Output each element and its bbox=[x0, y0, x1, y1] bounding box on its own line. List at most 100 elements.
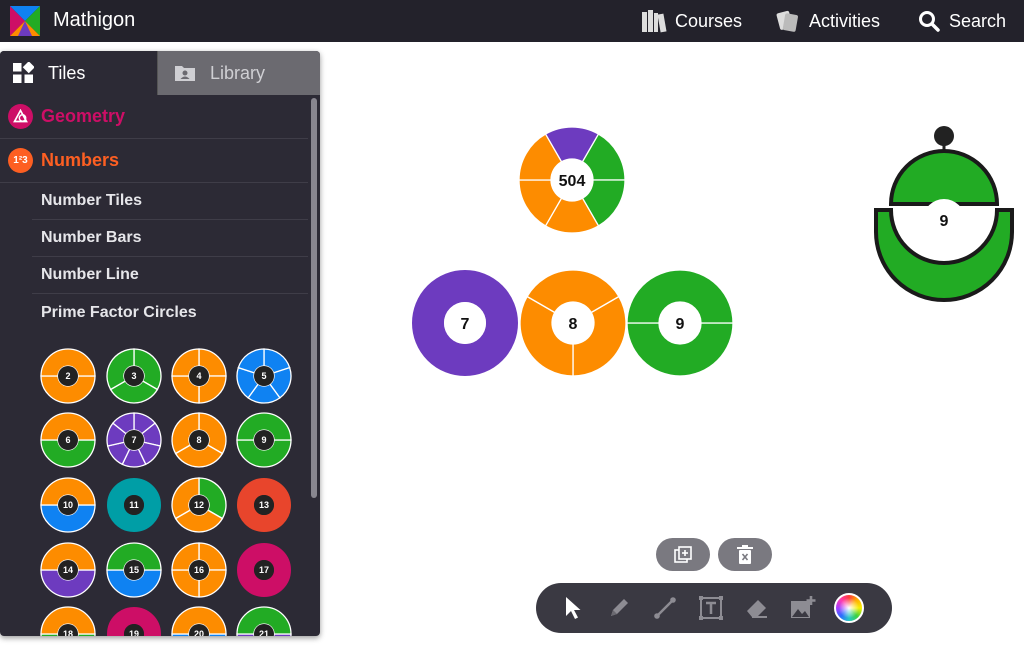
nav-search-label: Search bbox=[949, 10, 1007, 31]
tile-7[interactable]: 7 bbox=[412, 270, 518, 376]
prime-factor-circle-palette: 2 3 4 5 6 7 8 9 10 11 12 13 14 15 16 17 18 19 20 21 bbox=[40, 348, 292, 637]
tab-library[interactable]: Library bbox=[158, 51, 320, 95]
circle-number: 21 bbox=[259, 629, 269, 636]
palette-circle-20[interactable]: 20 bbox=[171, 606, 227, 636]
tool-add-image[interactable] bbox=[780, 585, 826, 631]
circle-number: 9 bbox=[940, 213, 949, 230]
tool-line[interactable] bbox=[642, 585, 688, 631]
nav-activities[interactable]: Activities bbox=[775, 9, 880, 33]
subitem-number-tiles[interactable]: Number Tiles bbox=[32, 183, 308, 220]
palette-circle-13[interactable]: 13 bbox=[237, 478, 291, 532]
palette-circle-15[interactable]: 15 bbox=[106, 542, 162, 598]
sidebar-tabs: Tiles Library bbox=[0, 51, 320, 95]
palette-circle-2[interactable]: 2 bbox=[40, 348, 96, 404]
pen-icon bbox=[611, 599, 628, 616]
palette-circle-10[interactable]: 10 bbox=[40, 477, 96, 533]
tool-eraser[interactable] bbox=[734, 585, 780, 631]
eraser-icon bbox=[747, 600, 767, 618]
tile-9[interactable]: 9 bbox=[626, 269, 734, 377]
tab-library-label: Library bbox=[210, 62, 266, 83]
geometry-icon bbox=[8, 104, 33, 129]
brand-name[interactable]: Mathigon bbox=[53, 9, 135, 32]
subitem-number-line[interactable]: Number Line bbox=[32, 257, 308, 294]
duplicate-icon bbox=[674, 545, 692, 563]
nav-courses-label: Courses bbox=[675, 10, 743, 31]
tile-category-list: Geometry 1²3 Numbers Number Tiles Number… bbox=[0, 95, 310, 331]
tile-504[interactable]: 504 bbox=[518, 126, 626, 234]
circle-number: 11 bbox=[129, 500, 139, 510]
mathigon-logo-icon[interactable] bbox=[10, 6, 40, 36]
palette-circle-9[interactable]: 9 bbox=[236, 412, 292, 468]
circle-number: 7 bbox=[461, 316, 470, 333]
category-geometry[interactable]: Geometry bbox=[0, 95, 308, 139]
tool-pen[interactable] bbox=[596, 585, 642, 631]
category-geometry-label: Geometry bbox=[41, 106, 126, 126]
palette-circle-17[interactable]: 17 bbox=[237, 543, 291, 597]
numbers-icon: 1²3 bbox=[8, 148, 33, 173]
palette-circle-14[interactable]: 14 bbox=[40, 542, 96, 598]
tab-tiles-label: Tiles bbox=[48, 62, 86, 83]
subitem-number-bars[interactable]: Number Bars bbox=[32, 220, 308, 257]
palette-circle-12[interactable]: 12 bbox=[171, 477, 227, 533]
circle-number: 16 bbox=[194, 565, 204, 575]
circle-number: 17 bbox=[259, 565, 269, 575]
circle-number: 6 bbox=[65, 435, 70, 445]
circle-number: 8 bbox=[569, 316, 578, 333]
circle-number: 8 bbox=[196, 435, 201, 445]
duplicate-button[interactable] bbox=[656, 538, 710, 571]
palette-circle-21[interactable]: 21 bbox=[236, 606, 292, 636]
factor-segment bbox=[888, 149, 1000, 206]
category-numbers[interactable]: 1²3 Numbers bbox=[0, 139, 308, 183]
circle-number: 10 bbox=[63, 500, 73, 510]
top-nav-bar: Mathigon Courses Activities Search bbox=[0, 0, 1024, 42]
add-image-icon bbox=[791, 596, 816, 618]
drawing-toolbar bbox=[536, 583, 892, 633]
circle-number: 18 bbox=[63, 629, 73, 636]
circle-number: 20 bbox=[194, 629, 204, 636]
palette-circle-4[interactable]: 4 bbox=[171, 348, 227, 404]
palette-circle-5[interactable]: 5 bbox=[236, 348, 292, 404]
line-icon bbox=[654, 597, 676, 619]
palette-circle-16[interactable]: 16 bbox=[171, 542, 227, 598]
folder-user-icon bbox=[175, 66, 195, 81]
tile-9-hanging[interactable]: 9 bbox=[874, 149, 1014, 302]
tiles-icon bbox=[13, 62, 34, 83]
circle-number: 15 bbox=[129, 565, 139, 575]
pointer-icon bbox=[566, 597, 581, 619]
tool-color-picker[interactable] bbox=[826, 585, 872, 631]
circle-number: 5 bbox=[261, 371, 266, 381]
palette-circle-11[interactable]: 11 bbox=[107, 478, 161, 532]
circle-number: 14 bbox=[63, 565, 73, 575]
tiles-sidebar: Tiles Library Geometry 1²3 Numbers Numbe… bbox=[0, 51, 320, 636]
nav-search[interactable]: Search bbox=[917, 9, 1006, 33]
delete-icon bbox=[737, 544, 753, 564]
cards-icon bbox=[776, 10, 798, 32]
tab-tiles[interactable]: Tiles bbox=[0, 51, 158, 95]
tool-pointer[interactable] bbox=[550, 585, 596, 631]
circle-number: 4 bbox=[196, 371, 201, 381]
palette-circle-19[interactable]: 19 bbox=[107, 607, 161, 637]
palette-circle-6[interactable]: 6 bbox=[40, 412, 96, 468]
circle-number: 2 bbox=[65, 371, 70, 381]
subitem-prime-factor-circles[interactable]: Prime Factor Circles bbox=[32, 294, 308, 331]
circle-number: 9 bbox=[261, 435, 266, 445]
delete-button[interactable] bbox=[718, 538, 772, 571]
palette-circle-18[interactable]: 18 bbox=[40, 606, 96, 636]
circle-number: 9 bbox=[676, 316, 685, 333]
search-icon bbox=[919, 11, 940, 32]
circle-number: 3 bbox=[131, 371, 136, 381]
tool-text[interactable] bbox=[688, 585, 734, 631]
text-icon bbox=[699, 596, 723, 620]
circle-number: 13 bbox=[259, 500, 269, 510]
palette-circle-3[interactable]: 3 bbox=[106, 348, 162, 404]
palette-circle-8[interactable]: 8 bbox=[171, 412, 227, 468]
nav-courses[interactable]: Courses bbox=[641, 9, 742, 33]
circle-number: 504 bbox=[559, 173, 586, 190]
books-icon bbox=[642, 10, 667, 33]
circle-number: 19 bbox=[129, 629, 139, 636]
circle-number: 12 bbox=[194, 500, 204, 510]
tile-8[interactable]: 8 bbox=[519, 269, 627, 377]
sidebar-scrollbar[interactable] bbox=[311, 98, 317, 498]
category-numbers-label: Numbers bbox=[41, 150, 120, 170]
palette-circle-7[interactable]: 7 bbox=[106, 412, 162, 468]
